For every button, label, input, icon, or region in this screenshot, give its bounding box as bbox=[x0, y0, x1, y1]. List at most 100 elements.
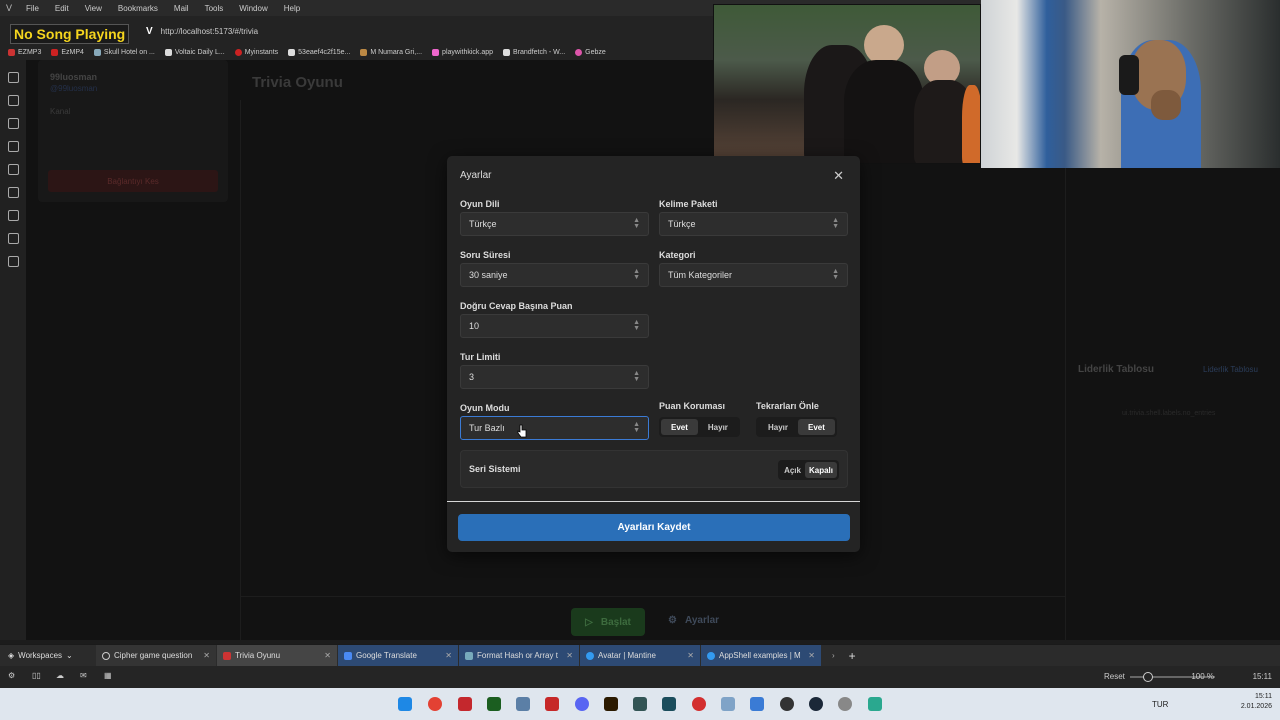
new-tab-icon[interactable]: + bbox=[845, 649, 860, 663]
settings-gear-icon[interactable]: ⚙ bbox=[8, 671, 15, 680]
score-protection-yes[interactable]: Evet bbox=[661, 419, 698, 435]
terminal-icon[interactable] bbox=[487, 697, 501, 711]
word-pack-select[interactable]: Türkçe ▲ ▼ bbox=[659, 212, 848, 236]
user-handle[interactable]: @99luosman bbox=[50, 84, 216, 93]
tab-cipher[interactable]: Cipher game question ✕ bbox=[96, 644, 216, 667]
cloud-icon[interactable]: ☁ bbox=[56, 671, 64, 680]
app-icon[interactable] bbox=[633, 697, 647, 711]
translate-icon[interactable] bbox=[7, 164, 19, 175]
score-protection-toggle[interactable]: Evet Hayır bbox=[659, 417, 740, 437]
vivaldi-logo-icon[interactable]: V bbox=[0, 3, 18, 13]
illustrator-icon[interactable] bbox=[604, 697, 618, 711]
chevron-right-icon[interactable]: › bbox=[822, 651, 845, 660]
game-language-select[interactable]: Türkçe ▲ ▼ bbox=[460, 212, 649, 236]
menu-view[interactable]: View bbox=[77, 4, 110, 13]
menu-file[interactable]: File bbox=[18, 4, 47, 13]
menu-bookmarks[interactable]: Bookmarks bbox=[110, 4, 166, 13]
chrome-icon[interactable] bbox=[428, 697, 442, 711]
round-limit-input[interactable]: 3 ▲ ▼ bbox=[460, 365, 649, 389]
word-pack-label: Kelime Paketi bbox=[659, 199, 718, 209]
stepper-icon[interactable]: ▲ ▼ bbox=[633, 370, 640, 383]
bookmark-item[interactable]: Voltaic Daily L... bbox=[164, 48, 225, 56]
category-select[interactable]: Tüm Kategoriler ▲ ▼ bbox=[659, 263, 848, 287]
prevent-repeats-label: Tekrarları Önle bbox=[756, 401, 819, 411]
menu-edit[interactable]: Edit bbox=[47, 4, 77, 13]
tab-format-hash[interactable]: Format Hash or Array t ✕ bbox=[459, 644, 579, 667]
bookmark-item[interactable]: EZMP3 bbox=[8, 48, 41, 56]
points-per-answer-input[interactable]: 10 ▲ ▼ bbox=[460, 314, 649, 338]
settings-button[interactable]: ⚙ Ayarlar bbox=[668, 615, 719, 626]
menu-tools[interactable]: Tools bbox=[197, 4, 232, 13]
app-icon[interactable] bbox=[750, 697, 764, 711]
vivaldi-icon[interactable] bbox=[458, 697, 472, 711]
folder-icon[interactable] bbox=[721, 697, 735, 711]
notepad-icon[interactable] bbox=[868, 697, 882, 711]
obs-icon[interactable] bbox=[780, 697, 794, 711]
tab-trivia[interactable]: Trivia Oyunu ✕ bbox=[217, 644, 337, 667]
reading-list-icon[interactable] bbox=[7, 210, 19, 221]
tool-icon[interactable] bbox=[516, 697, 530, 711]
menu-mail[interactable]: Mail bbox=[166, 4, 197, 13]
streak-system-toggle[interactable]: Açık Kapalı bbox=[778, 460, 839, 480]
close-icon[interactable]: ✕ bbox=[833, 168, 844, 184]
prevent-repeats-no[interactable]: Hayır bbox=[758, 419, 798, 435]
save-settings-button[interactable]: Ayarları Kaydet bbox=[458, 514, 850, 541]
bookmark-item[interactable]: EzMP4 bbox=[51, 48, 84, 56]
add-panel-icon[interactable] bbox=[7, 256, 19, 267]
menu-window[interactable]: Window bbox=[231, 4, 275, 13]
settings-label: Ayarlar bbox=[684, 615, 720, 626]
url-field[interactable]: V http://localhost:5173/#/trivia bbox=[146, 26, 258, 37]
bookmark-item[interactable]: Skull Hotel on ... bbox=[93, 48, 155, 56]
game-mode-select[interactable]: Tur Bazlı ▲ ▼ bbox=[460, 416, 649, 440]
app-icon[interactable] bbox=[662, 697, 676, 711]
bookmark-panel-icon[interactable] bbox=[7, 72, 19, 83]
tab-translate[interactable]: Google Translate ✕ bbox=[338, 644, 458, 667]
menu-help[interactable]: Help bbox=[276, 4, 308, 13]
language-indicator[interactable]: TUR bbox=[1152, 700, 1168, 709]
discord-icon[interactable] bbox=[575, 697, 589, 711]
close-tab-icon[interactable]: ✕ bbox=[445, 651, 452, 660]
panel-toggle-icon[interactable]: ▯▯ bbox=[32, 671, 41, 680]
window-icon[interactable] bbox=[7, 187, 19, 198]
mail-icon[interactable] bbox=[7, 233, 19, 244]
close-tab-icon[interactable]: ✕ bbox=[203, 651, 210, 660]
leaderboard-link[interactable]: Liderlik Tablosu bbox=[1203, 365, 1258, 374]
url-text[interactable]: http://localhost:5173/#/trivia bbox=[161, 27, 258, 36]
taskbar-clock[interactable]: 15:11 2.01.2026 bbox=[1241, 692, 1272, 712]
streak-on[interactable]: Açık bbox=[780, 462, 805, 478]
bookmark-item[interactable]: Brandfetch - W... bbox=[503, 48, 565, 56]
downloads-icon[interactable] bbox=[7, 95, 19, 106]
record-icon[interactable] bbox=[692, 697, 706, 711]
bookmark-item[interactable]: Myinstants bbox=[234, 48, 278, 56]
notes-icon[interactable] bbox=[7, 141, 19, 152]
zoom-slider-handle[interactable] bbox=[1143, 672, 1153, 682]
zoom-reset-button[interactable]: Reset bbox=[1104, 672, 1125, 681]
bookmark-item[interactable]: playwithkick.app bbox=[432, 48, 493, 56]
steam-icon[interactable] bbox=[809, 697, 823, 711]
tab-appshell[interactable]: AppShell examples | M ✕ bbox=[701, 644, 821, 667]
streak-off[interactable]: Kapalı bbox=[804, 462, 837, 478]
bookmark-item[interactable]: 53eaef4c2f15e... bbox=[288, 48, 350, 56]
filezilla-icon[interactable] bbox=[545, 697, 559, 711]
question-time-select[interactable]: 30 saniye ▲ ▼ bbox=[460, 263, 649, 287]
disconnect-button[interactable]: Bağlantıyı Kes bbox=[48, 170, 218, 192]
close-tab-icon[interactable]: ✕ bbox=[566, 651, 573, 660]
start-button[interactable]: ▷ Başlat bbox=[571, 608, 645, 636]
tab-favicon-icon bbox=[586, 651, 594, 660]
history-icon[interactable] bbox=[7, 118, 19, 129]
windows-start-icon[interactable] bbox=[398, 697, 412, 711]
score-protection-no[interactable]: Hayır bbox=[698, 419, 738, 435]
close-tab-icon[interactable]: ✕ bbox=[808, 651, 815, 660]
stepper-icon[interactable]: ▲ ▼ bbox=[633, 319, 640, 332]
bookmark-item[interactable]: Gebze bbox=[575, 48, 606, 56]
prevent-repeats-yes[interactable]: Evet bbox=[798, 419, 835, 435]
prevent-repeats-toggle[interactable]: Hayır Evet bbox=[756, 417, 837, 437]
app-icon[interactable] bbox=[838, 697, 852, 711]
calendar-icon[interactable]: ▦ bbox=[104, 671, 112, 680]
bookmark-item[interactable]: M Numara Gri,... bbox=[360, 48, 422, 56]
close-tab-icon[interactable]: ✕ bbox=[324, 651, 331, 660]
workspaces-button[interactable]: ◈ Workspaces ⌄ bbox=[0, 651, 96, 660]
close-tab-icon[interactable]: ✕ bbox=[687, 651, 694, 660]
tab-avatar[interactable]: Avatar | Mantine ✕ bbox=[580, 644, 700, 667]
mail-status-icon[interactable]: ✉ bbox=[80, 671, 87, 680]
